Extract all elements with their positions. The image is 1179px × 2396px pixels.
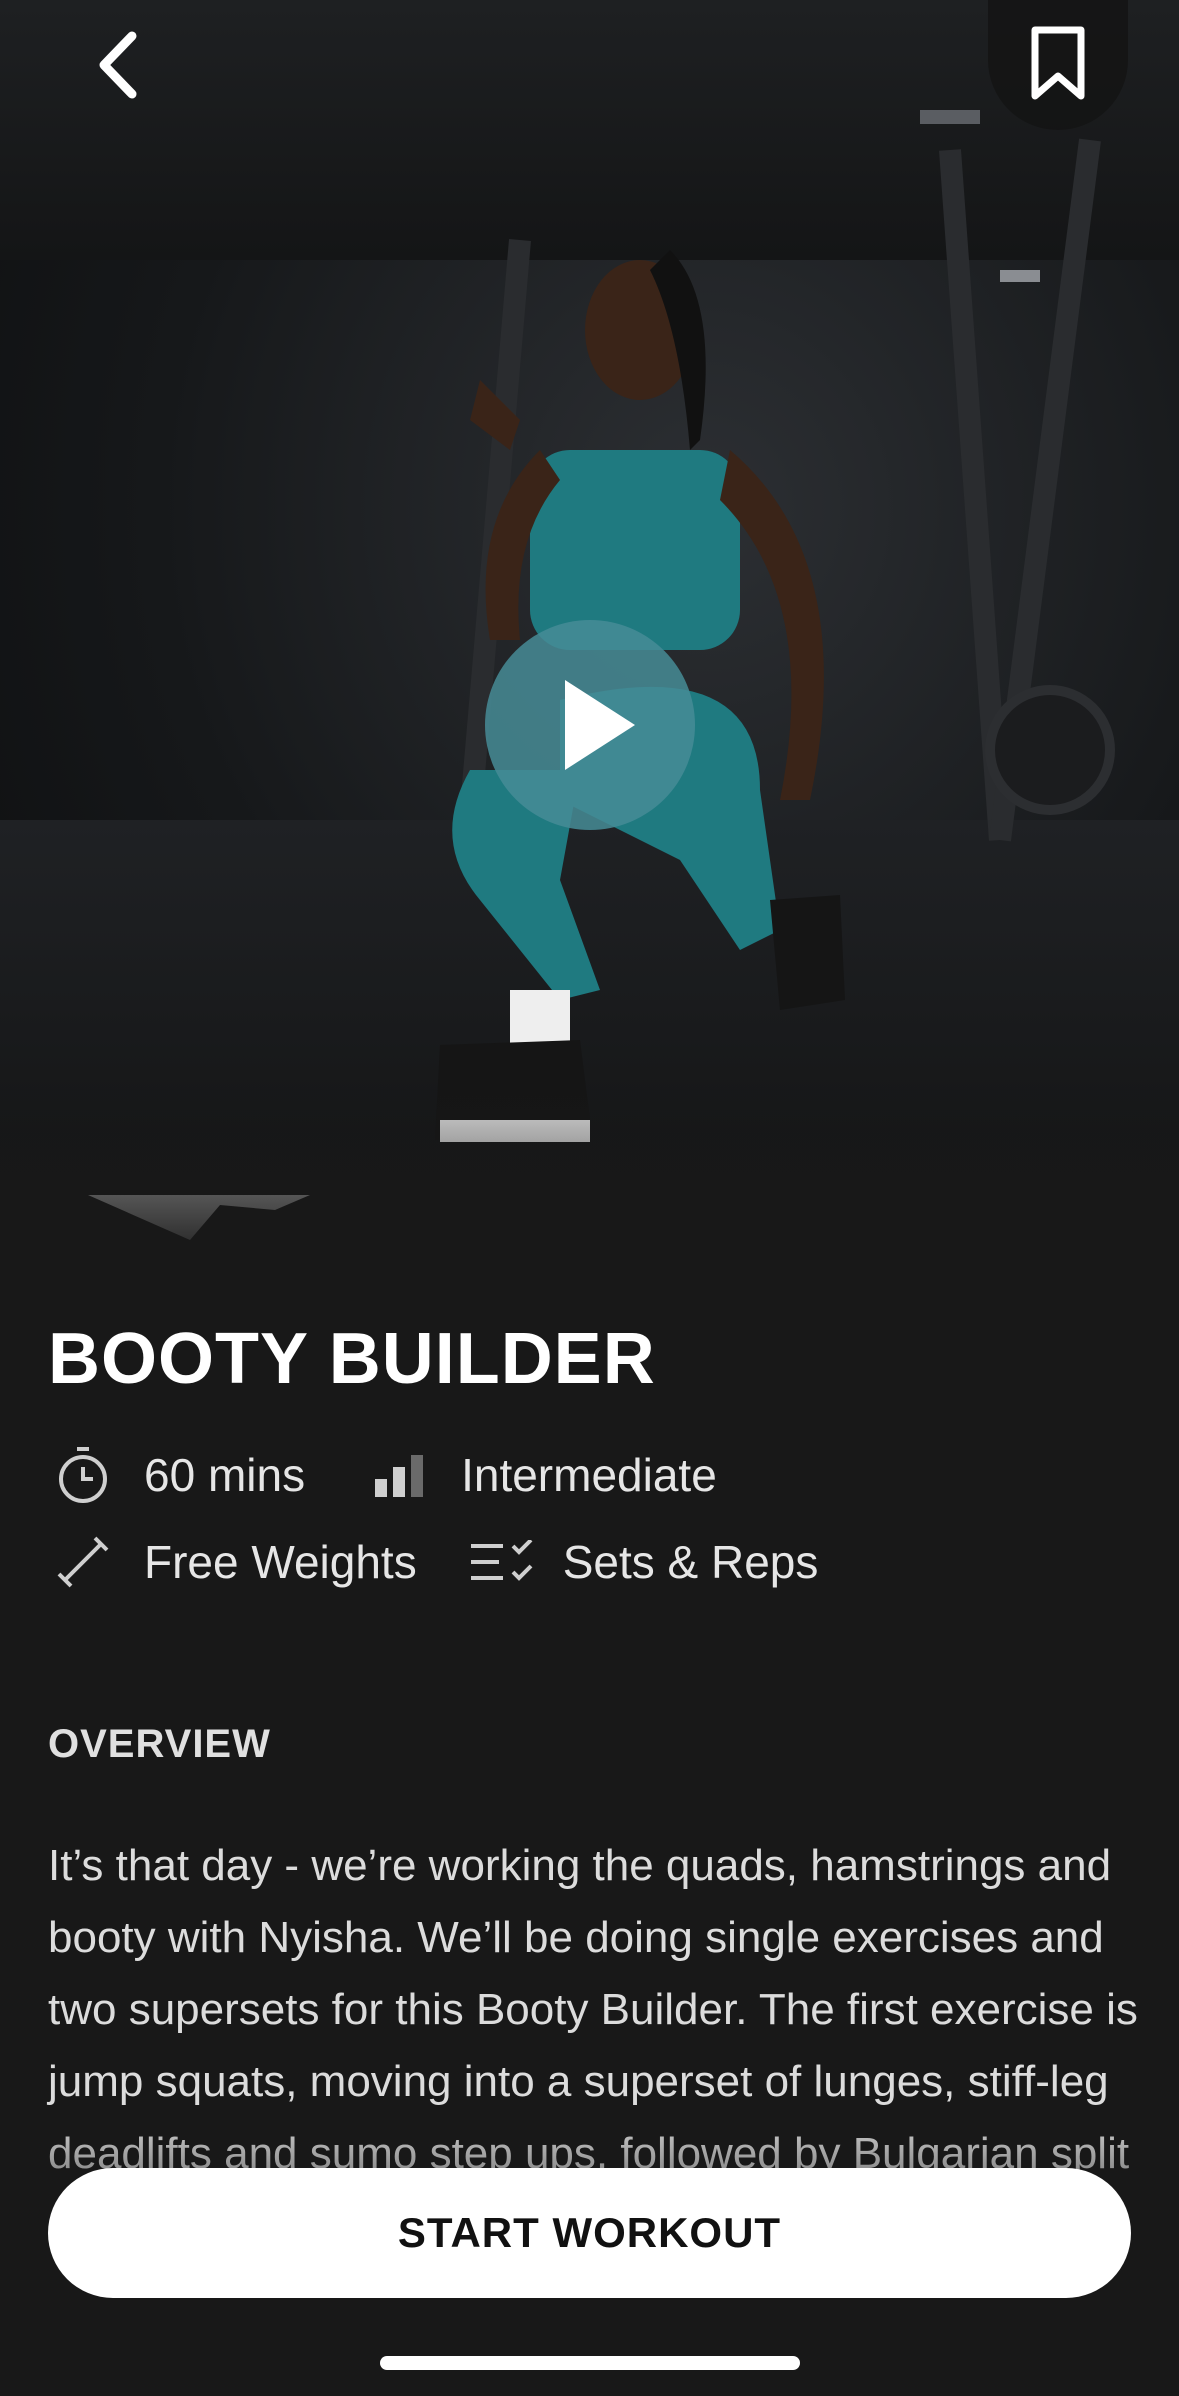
play-icon — [565, 680, 635, 770]
dumbbell-icon — [48, 1532, 118, 1592]
workout-title: BOOTY BUILDER — [48, 1319, 656, 1399]
equipment-text: Free Weights — [144, 1536, 417, 1588]
chevron-left-icon — [99, 31, 137, 99]
bookmark-button[interactable] — [988, 0, 1128, 130]
bars-icon — [365, 1445, 435, 1505]
overview-heading: OVERVIEW — [48, 1722, 271, 1766]
workout-meta-row-2: Free Weights Sets & Reps — [48, 1532, 818, 1592]
bookmark-icon — [1031, 26, 1085, 100]
duration-info: 60 mins — [48, 1445, 305, 1505]
duration-text: 60 mins — [144, 1449, 306, 1501]
stopwatch-icon — [48, 1445, 118, 1505]
back-button[interactable] — [80, 20, 160, 110]
level-info: Intermediate — [365, 1445, 717, 1505]
level-text: Intermediate — [461, 1449, 717, 1501]
format-info: Sets & Reps — [467, 1532, 819, 1592]
equipment-info: Free Weights — [48, 1532, 417, 1592]
home-indicator[interactable] — [380, 2356, 800, 2370]
checklist-icon — [467, 1532, 537, 1592]
start-workout-button[interactable]: START WORKOUT — [48, 2168, 1131, 2298]
workout-meta-row-1: 60 mins Intermediate — [48, 1445, 717, 1505]
hero-gradient-overlay — [0, 1080, 1179, 1270]
play-video-button[interactable] — [485, 620, 695, 830]
format-text: Sets & Reps — [562, 1536, 819, 1588]
